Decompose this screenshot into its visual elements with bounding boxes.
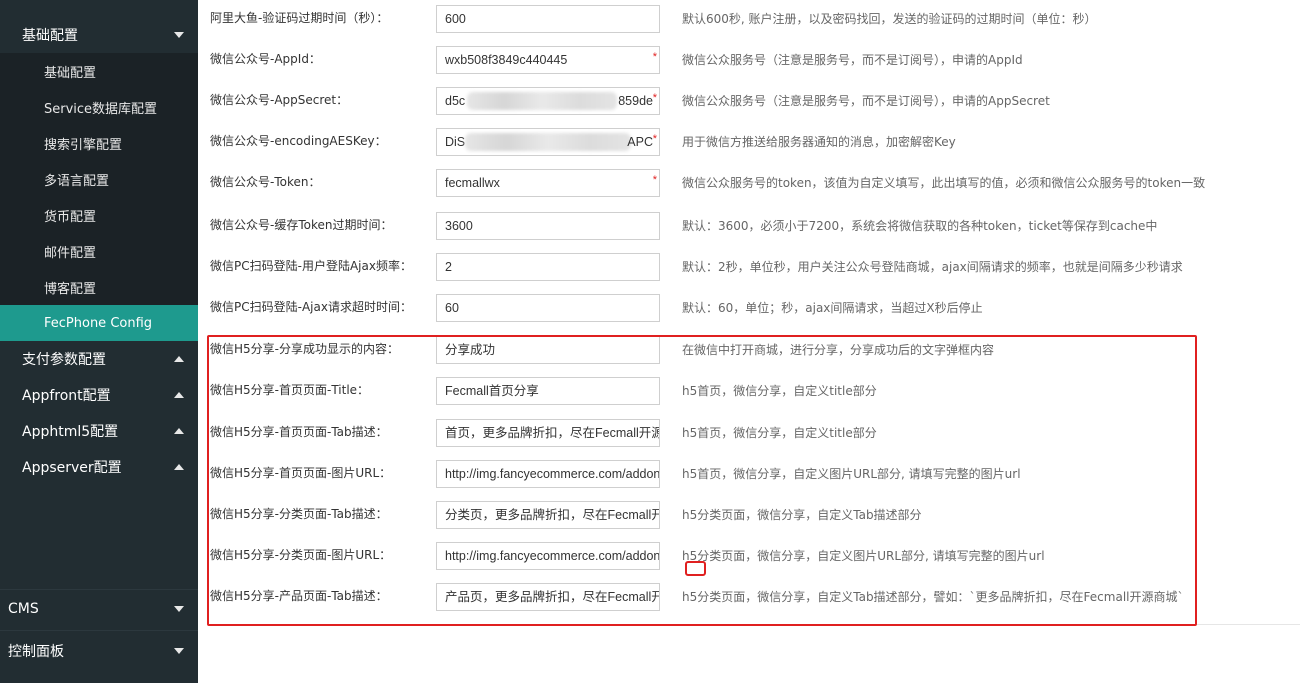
masked-value-blur xyxy=(465,133,631,151)
sidebar-group-label: Appserver配置 xyxy=(22,460,122,476)
field-help: 默认：2秒，单位秒，用户关注公众号登陆商城，ajax间隔请求的频率，也就是间隔多… xyxy=(682,260,1183,274)
input-value: DiS xyxy=(445,135,466,149)
field-label: 微信公众号-Token： xyxy=(210,175,321,189)
sidebar-item-blog-config[interactable]: 博客配置 xyxy=(0,269,198,305)
sidebar-item-label: 控制面板 xyxy=(8,644,64,660)
input-value: fecmallwx xyxy=(445,176,500,190)
sidebar-item-label: 货币配置 xyxy=(44,209,97,225)
sidebar-divider xyxy=(0,630,198,631)
chevron-up-icon xyxy=(174,428,184,434)
highlight-annotation-marker xyxy=(685,561,706,576)
wechat-encoding-aes-key-input[interactable]: DiS APC * xyxy=(436,128,660,156)
sidebar-group-label: 基础配置 xyxy=(22,28,78,44)
sidebar-item-email-config[interactable]: 邮件配置 xyxy=(0,233,198,269)
field-help: 微信公众服务号的token，该值为自定义填写，此出填写的值，必须和微信公众服务号… xyxy=(682,176,1206,190)
field-label: 微信PC扫码登陆-Ajax请求超时时间： xyxy=(210,300,412,314)
sidebar-group-label: Appfront配置 xyxy=(22,388,111,404)
input-value-tail: 859de xyxy=(618,94,653,108)
sidebar-item-currency-config[interactable]: 货币配置 xyxy=(0,197,198,233)
sidebar-item-label: FecPhone Config xyxy=(44,315,153,331)
field-help: 微信公众服务号（注意是服务号，而不是订阅号），申请的AppSecret xyxy=(682,94,1050,108)
field-help: 默认：60，单位；秒，ajax间隔请求，当超过X秒后停止 xyxy=(682,301,983,315)
sidebar-group-basic-config[interactable]: 基础配置 xyxy=(0,17,198,53)
sidebar-item-label: CMS xyxy=(8,601,39,617)
field-label: 微信公众号-AppSecret： xyxy=(210,93,349,107)
masked-value-blur xyxy=(467,92,617,110)
wechat-token-cache-expire-input[interactable]: 3600 xyxy=(436,212,660,240)
sms-code-expire-input[interactable]: 600 xyxy=(436,5,660,33)
sidebar-item-cms[interactable]: CMS xyxy=(0,591,198,627)
divider xyxy=(1197,624,1300,625)
chevron-down-icon xyxy=(174,606,184,612)
form-row: 微信公众号-encodingAESKey： DiS APC * 用于微信方推送给… xyxy=(198,123,1300,164)
input-value-tail: APC xyxy=(627,135,653,149)
field-label: 微信公众号-AppId： xyxy=(210,52,321,66)
sidebar-group-label: Apphtml5配置 xyxy=(22,424,119,440)
form-row: 阿里大鱼-验证码过期时间（秒）： 600 默认600秒, 账户注册，以及密码找回… xyxy=(198,0,1300,41)
form-row: 微信公众号-Token： fecmallwx * 微信公众服务号的token，该… xyxy=(198,164,1300,205)
field-label: 微信公众号-encodingAESKey： xyxy=(210,134,387,148)
field-help: 微信公众服务号（注意是服务号，而不是订阅号），申请的AppId xyxy=(682,53,1023,67)
form-row: 微信公众号-缓存Token过期时间： 3600 默认：3600，必须小于7200… xyxy=(198,207,1300,248)
pc-login-ajax-frequency-input[interactable]: 2 xyxy=(436,253,660,281)
sidebar-item-language-config[interactable]: 多语言配置 xyxy=(0,161,198,197)
field-help: 默认：3600，必须小于7200，系统会将微信获取的各种token，ticket… xyxy=(682,219,1158,233)
field-label: 微信公众号-缓存Token过期时间： xyxy=(210,218,393,232)
sidebar-item-basic-config[interactable]: 基础配置 xyxy=(0,53,198,89)
sidebar-group-appfront-config[interactable]: Appfront配置 xyxy=(0,377,198,413)
sidebar-group-apphtml5-config[interactable]: Apphtml5配置 xyxy=(0,413,198,449)
pc-login-ajax-timeout-input[interactable]: 60 xyxy=(436,294,660,322)
form-row: 微信PC扫码登陆-用户登陆Ajax频率： 2 默认：2秒，单位秒，用户关注公众号… xyxy=(198,248,1300,289)
wechat-appid-input[interactable]: wxb508f3849c440445 * xyxy=(436,46,660,74)
input-value: d5c xyxy=(445,94,466,108)
chevron-down-icon xyxy=(174,648,184,654)
sidebar-item-label: 多语言配置 xyxy=(44,173,110,189)
form-row: 微信PC扫码登陆-Ajax请求超时时间： 60 默认：60，单位；秒，ajax间… xyxy=(198,289,1300,330)
sidebar-item-fecphone-config[interactable]: FecPhone Config xyxy=(0,305,198,341)
sidebar-item-label: 博客配置 xyxy=(44,281,97,297)
required-mark: * xyxy=(652,51,657,63)
required-mark: * xyxy=(652,174,657,186)
wechat-token-input[interactable]: fecmallwx * xyxy=(436,169,660,197)
field-help: 用于微信方推送给服务器通知的消息，加密解密Key xyxy=(682,135,956,149)
chevron-up-icon xyxy=(174,356,184,362)
chevron-up-icon xyxy=(174,464,184,470)
sidebar-item-dashboard[interactable]: 控制面板 xyxy=(0,633,198,669)
sidebar-item-service-db-config[interactable]: Service数据库配置 xyxy=(0,89,198,125)
sidebar-group-appserver-config[interactable]: Appserver配置 xyxy=(0,449,198,485)
highlight-annotation-box xyxy=(207,335,1197,626)
required-mark: * xyxy=(652,133,657,145)
required-mark: * xyxy=(652,92,657,104)
wechat-appsecret-input[interactable]: d5c 859de * xyxy=(436,87,660,115)
sidebar-item-label: 邮件配置 xyxy=(44,245,97,261)
chevron-down-icon xyxy=(174,32,184,38)
sidebar-item-label: Service数据库配置 xyxy=(44,101,158,117)
sidebar-divider xyxy=(0,589,198,590)
sidebar: 基础配置 基础配置 Service数据库配置 搜索引擎配置 多语言配置 货币配置… xyxy=(0,0,198,683)
form-row: 微信公众号-AppId： wxb508f3849c440445 * 微信公众服务… xyxy=(198,41,1300,82)
field-help: 默认600秒, 账户注册，以及密码找回，发送的验证码的过期时间（单位：秒） xyxy=(682,12,1097,26)
field-label: 阿里大鱼-验证码过期时间（秒）： xyxy=(210,11,389,25)
sidebar-group-payment-config[interactable]: 支付参数配置 xyxy=(0,341,198,377)
sidebar-item-search-engine-config[interactable]: 搜索引擎配置 xyxy=(0,125,198,161)
form-row: 微信公众号-AppSecret： d5c 859de * 微信公众服务号（注意是… xyxy=(198,82,1300,123)
sidebar-item-label: 搜索引擎配置 xyxy=(44,137,123,153)
chevron-up-icon xyxy=(174,392,184,398)
field-label: 微信PC扫码登陆-用户登陆Ajax频率： xyxy=(210,259,412,273)
sidebar-group-label: 支付参数配置 xyxy=(22,352,106,368)
sidebar-item-label: 基础配置 xyxy=(44,65,97,81)
input-value: wxb508f3849c440445 xyxy=(445,53,568,67)
